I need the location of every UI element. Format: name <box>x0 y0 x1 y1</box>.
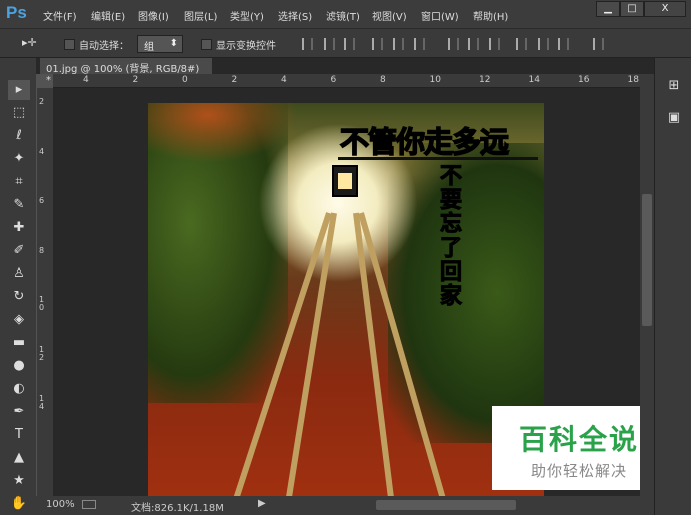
zoom-preview-icon <box>82 500 96 509</box>
tool-marquee-icon[interactable]: ⬚ <box>8 103 30 123</box>
horizontal-scroll-thumb[interactable] <box>376 500 516 510</box>
tool-dodge-icon[interactable]: ◐ <box>8 379 30 399</box>
ruler-tick-label: 2 <box>132 75 139 85</box>
ruler-tick-label: 8 <box>39 245 45 255</box>
ruler-tick-label: 16 <box>578 75 590 85</box>
tool-gradient-icon[interactable]: ▬ <box>8 333 30 353</box>
menu-select[interactable]: 选择(S) <box>278 8 312 23</box>
right-panel-dock: ⊞ ▣ <box>654 58 691 515</box>
lantern <box>332 165 358 197</box>
tool-type-icon[interactable]: T <box>8 425 30 445</box>
minimize-button[interactable]: ▁ <box>596 1 620 17</box>
move-tool-preset[interactable]: ▸✛ <box>22 36 37 49</box>
distribute-right-icon[interactable] <box>558 38 569 50</box>
ruler-tick-label: 18 <box>627 75 639 85</box>
ruler-tick-label: 2 <box>39 97 45 106</box>
distribute-left-icon[interactable] <box>516 38 527 50</box>
ruler-tick-label: 4 <box>83 75 89 85</box>
ruler-tick-label: 14 <box>528 75 540 85</box>
tool-pen-icon[interactable]: ✒ <box>8 402 30 422</box>
options-bar: ▸✛ 自动选择： 组 ⬍ 显示变换控件 <box>0 28 691 58</box>
document-size: 文档:826.1K/1.18M <box>131 503 224 514</box>
tool-history-brush-icon[interactable]: ↻ <box>8 287 30 307</box>
align-vcenter-icon[interactable] <box>324 38 335 50</box>
ruler-tick-label: 4 <box>39 146 45 156</box>
maximize-button[interactable]: □ <box>620 1 644 17</box>
menu-view[interactable]: 视图(V) <box>372 8 407 23</box>
tool-healing-icon[interactable]: ✚ <box>8 218 30 238</box>
vertical-scroll-thumb[interactable] <box>642 194 652 326</box>
auto-select-value: 组 <box>144 42 154 53</box>
show-transform-label: 显示变换控件 <box>216 41 276 52</box>
ruler-horizontal: 4 2 0 2 4 6 8 10 12 14 16 18 <box>53 74 640 88</box>
auto-select-dropdown[interactable]: 组 ⬍ <box>137 35 183 53</box>
ruler-tick-label: 10 <box>429 75 441 85</box>
menu-help[interactable]: 帮助(H) <box>473 8 508 23</box>
align-hcenter-icon[interactable] <box>393 38 404 50</box>
tool-path-select-icon[interactable]: ▲ <box>8 448 30 468</box>
distribute-hcenter-icon[interactable] <box>538 38 549 50</box>
status-menu-arrow-icon[interactable]: ▶ <box>258 498 266 509</box>
ruler-tick-label: 6 <box>39 196 45 205</box>
autumn-leaves <box>148 103 298 163</box>
align-right-icon[interactable] <box>414 38 425 50</box>
tool-stamp-icon[interactable]: ♙ <box>8 264 30 284</box>
ruler-tick-label: 1 4 <box>39 394 45 411</box>
ruler-tick-label: 1 2 <box>39 344 45 362</box>
show-transform-checkbox[interactable] <box>201 39 212 50</box>
close-button[interactable]: X <box>644 1 686 17</box>
photoshop-logo: Ps <box>6 3 27 22</box>
menu-image[interactable]: 图像(I) <box>138 8 169 23</box>
menu-layer[interactable]: 图层(L) <box>184 8 217 23</box>
align-top-icon[interactable] <box>302 38 313 50</box>
align-bottom-icon[interactable] <box>344 38 355 50</box>
status-bar: 100% 文档:826.1K/1.18M ▶ <box>36 496 654 515</box>
ruler-vertical: 2 4 6 8 1 0 1 2 1 4 <box>37 88 53 496</box>
document-tab[interactable]: 01.jpg @ 100% (背景, RGB/8#) * × <box>40 58 212 86</box>
tool-eraser-icon[interactable]: ◈ <box>8 310 30 330</box>
distribute-vcenter-icon[interactable] <box>468 38 479 50</box>
align-left-icon[interactable] <box>372 38 383 50</box>
tool-blur-icon[interactable]: ● <box>8 356 30 376</box>
ruler-tick-label: 1 0 <box>39 295 45 312</box>
distribute-bottom-icon[interactable] <box>489 38 500 50</box>
menu-file[interactable]: 文件(F) <box>43 8 77 23</box>
tool-shape-icon[interactable]: ★ <box>8 471 30 491</box>
tool-brush-icon[interactable]: ✐ <box>8 241 30 261</box>
tools-panel: ▸ ⬚ ℓ ✦ ⌗ ✎ ✚ ✐ ♙ ↻ ◈ ▬ ● ◐ ✒ T ▲ ★ ✋ <box>0 58 36 515</box>
tool-crop-icon[interactable]: ⌗ <box>8 172 30 192</box>
history-icon[interactable]: ⊞ <box>665 78 683 96</box>
properties-icon[interactable]: ▣ <box>665 110 683 128</box>
menu-edit[interactable]: 编辑(E) <box>91 8 125 23</box>
dropdown-arrow-icon: ⬍ <box>169 38 178 49</box>
auto-select-checkbox[interactable] <box>64 39 75 50</box>
tool-eyedropper-icon[interactable]: ✎ <box>8 195 30 215</box>
ruler-tick-label: 4 <box>281 75 287 85</box>
tool-magic-wand-icon[interactable]: ✦ <box>8 149 30 169</box>
ruler-tick-label: 6 <box>330 75 337 85</box>
auto-align-icon[interactable] <box>593 38 604 50</box>
tool-hand-icon[interactable]: ✋ <box>8 494 30 514</box>
menu-filter[interactable]: 滤镜(T) <box>326 8 360 23</box>
distribute-top-icon[interactable] <box>448 38 459 50</box>
auto-select-label: 自动选择： <box>79 41 129 52</box>
vertical-scrollbar[interactable] <box>640 74 654 496</box>
ruler-tick-label: 12 <box>479 75 491 85</box>
image-vertical-text: 不要忘了回家 <box>440 164 463 309</box>
ruler-tick-label: 0 <box>182 75 188 85</box>
document-image[interactable]: 不管你走多远 不要忘了回家 <box>148 103 544 497</box>
menu-window[interactable]: 窗口(W) <box>421 8 459 23</box>
zoom-level[interactable]: 100% <box>46 499 75 510</box>
ruler-tick-label: 8 <box>380 75 386 85</box>
ruler-tick-label: 2 <box>231 75 238 85</box>
image-title-text: 不管你走多远 <box>339 124 510 160</box>
tool-lasso-icon[interactable]: ℓ <box>8 126 30 146</box>
menu-type[interactable]: 类型(Y) <box>230 8 264 23</box>
tool-move-icon[interactable]: ▸ <box>8 80 30 100</box>
menu-bar: Ps 文件(F) 编辑(E) 图像(I) 图层(L) 类型(Y) 选择(S) 滤… <box>0 0 691 28</box>
